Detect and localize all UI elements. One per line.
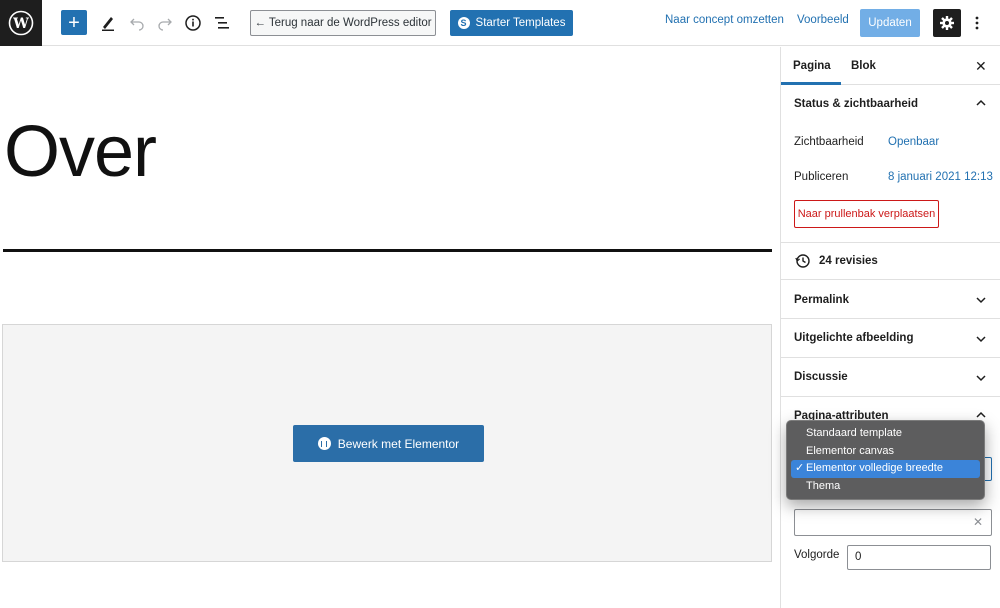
divider <box>781 279 1000 280</box>
active-tab-indicator <box>781 82 841 85</box>
update-button[interactable]: Updaten <box>860 9 920 37</box>
undo-button[interactable] <box>125 11 149 35</box>
divider <box>781 357 1000 358</box>
undo-icon <box>130 18 144 31</box>
chevron-down-icon[interactable] <box>976 373 986 383</box>
featured-image-panel-title[interactable]: Uitgelichte afbeelding <box>794 332 914 344</box>
order-label: Volgorde <box>794 549 840 561</box>
parent-page-input[interactable]: ✕ <box>794 509 992 536</box>
page-title[interactable]: Over <box>4 111 157 193</box>
chevron-down-icon[interactable] <box>976 295 986 305</box>
preview-button[interactable]: Voorbeeld <box>797 14 849 26</box>
plus-icon: + <box>68 11 80 34</box>
pencil-icon <box>102 17 114 31</box>
info-icon <box>185 15 201 31</box>
permalink-panel-title[interactable]: Permalink <box>794 294 849 306</box>
tools-button[interactable] <box>96 11 120 35</box>
list-view-button[interactable] <box>210 11 234 35</box>
more-options-button[interactable] <box>968 11 986 35</box>
svg-text:W: W <box>12 16 29 32</box>
chevron-up-icon[interactable] <box>976 98 986 108</box>
close-icon[interactable]: ✕ <box>975 58 987 75</box>
order-input[interactable]: 0 <box>847 545 991 570</box>
tab-pagina[interactable]: Pagina <box>793 60 831 72</box>
divider <box>781 396 1000 397</box>
more-vertical-icon <box>975 16 979 30</box>
dropdown-option-selected[interactable]: ✓ Elementor volledige breedte <box>791 460 980 478</box>
revisions-link[interactable]: 24 revisies <box>819 255 878 267</box>
list-view-icon <box>215 17 229 29</box>
move-to-trash-button[interactable]: Naar prullenbak verplaatsen <box>794 200 939 228</box>
starter-templates-icon: S <box>457 17 470 29</box>
clear-icon[interactable]: ✕ <box>973 515 983 529</box>
visibility-label: Zichtbaarheid <box>794 136 864 148</box>
discussion-panel-title[interactable]: Discussie <box>794 371 848 383</box>
dropdown-option[interactable]: Elementor canvas <box>791 443 980 461</box>
gear-icon <box>940 16 954 30</box>
add-block-button[interactable]: + <box>61 10 87 35</box>
details-button[interactable] <box>181 11 205 35</box>
edit-with-elementor-label: Bewerk met Elementor <box>337 436 460 451</box>
back-to-wordpress-editor-button[interactable]: ← Terug naar de WordPress editor <box>250 10 436 36</box>
starter-templates-label: Starter Templates <box>475 17 566 29</box>
separator-block[interactable] <box>3 249 772 252</box>
elementor-placeholder: Bewerk met Elementor <box>2 324 772 562</box>
starter-templates-button[interactable]: S Starter Templates <box>450 10 573 36</box>
publish-label: Publiceren <box>794 171 849 183</box>
chevron-up-icon[interactable] <box>976 410 986 420</box>
dropdown-option[interactable]: Standaard template <box>791 425 980 443</box>
settings-button[interactable] <box>933 9 961 37</box>
elementor-icon <box>317 437 331 450</box>
edit-with-elementor-button[interactable]: Bewerk met Elementor <box>293 425 484 462</box>
divider <box>781 318 1000 319</box>
switch-to-draft-button[interactable]: Naar concept omzetten <box>665 14 784 26</box>
dropdown-option-label: Elementor volledige breedte <box>806 462 943 474</box>
settings-sidebar: Pagina Blok ✕ Status & zichtbaarheid Zic… <box>780 47 1000 608</box>
template-dropdown-menu: Standaard template Elementor canvas ✓ El… <box>786 420 985 500</box>
dropdown-option[interactable]: Thema <box>791 478 980 496</box>
editor-toolbar: W + ← Terug naar de WordPress editor S S… <box>0 0 1000 46</box>
status-visibility-panel-title[interactable]: Status & zichtbaarheid <box>794 98 918 110</box>
publish-date-link[interactable]: 8 januari 2021 12:13 <box>888 171 993 183</box>
sidebar-tabs: Pagina Blok ✕ <box>781 47 1000 85</box>
history-icon <box>795 254 810 268</box>
redo-button[interactable] <box>153 11 177 35</box>
wordpress-logo-button[interactable]: W <box>0 0 42 46</box>
divider <box>781 242 1000 243</box>
wordpress-logo-icon: W <box>8 10 34 36</box>
visibility-value-link[interactable]: Openbaar <box>888 136 939 148</box>
editor-canvas: Over Bewerk met Elementor <box>0 47 780 608</box>
redo-icon <box>158 18 172 31</box>
tab-blok[interactable]: Blok <box>851 60 876 72</box>
chevron-down-icon[interactable] <box>976 334 986 344</box>
checkmark-icon: ✓ <box>795 462 805 474</box>
